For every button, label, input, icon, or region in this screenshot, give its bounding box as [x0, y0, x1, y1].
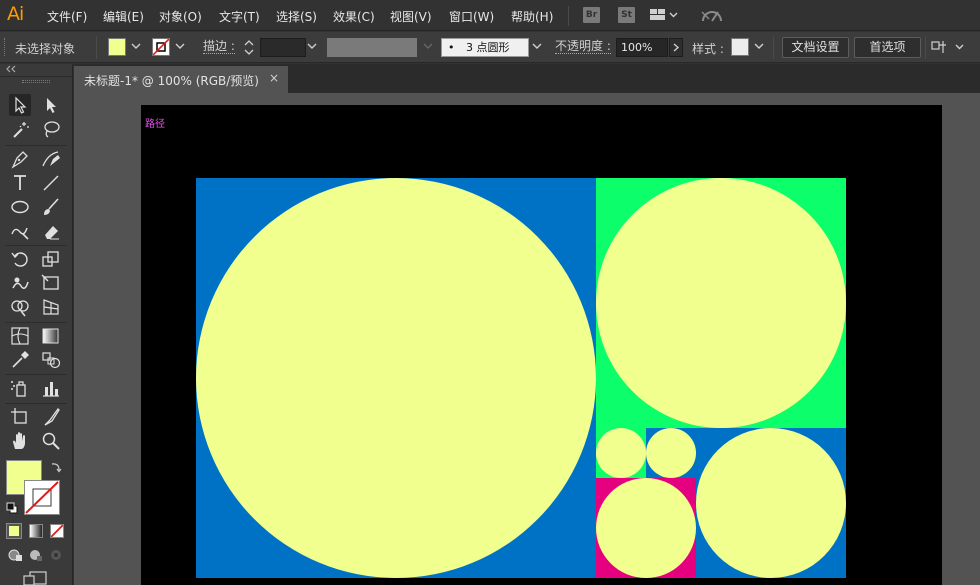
- toolbar-top-divider: [0, 76, 72, 77]
- color-mode-icon[interactable]: [6, 523, 22, 539]
- symbol-sprayer-icon[interactable]: [9, 377, 31, 399]
- stroke-weight-input[interactable]: [260, 38, 306, 57]
- mesh-tool-icon[interactable]: [9, 325, 31, 347]
- stroke-weight-stepper[interactable]: [243, 38, 258, 57]
- document-tab-bar: 未标题-1* @ 100% (RGB/预览) ×: [74, 64, 980, 93]
- circle-medium-2[interactable]: [696, 428, 846, 578]
- opacity-input[interactable]: 100%: [616, 38, 668, 57]
- close-tab-icon[interactable]: ×: [269, 71, 279, 85]
- fill-color-swatch[interactable]: [108, 38, 126, 56]
- menu-window[interactable]: 窗口(W): [449, 8, 494, 25]
- brush-chevron-icon[interactable]: [530, 38, 544, 57]
- gpu-performance-icon[interactable]: [700, 6, 724, 27]
- scale-tool-icon[interactable]: [40, 248, 62, 270]
- artboard[interactable]: [141, 105, 942, 585]
- stock-button[interactable]: St: [618, 7, 635, 23]
- stroke-weight-chevron-icon[interactable]: [305, 38, 319, 57]
- screen-mode-icon[interactable]: [22, 571, 48, 585]
- bridge-button[interactable]: Br: [583, 7, 600, 23]
- gradient-mode-icon[interactable]: [29, 524, 43, 538]
- shaper-tool-icon[interactable]: [9, 220, 31, 242]
- menu-help[interactable]: 帮助(H): [511, 8, 553, 25]
- graphic-style-swatch[interactable]: [731, 38, 749, 56]
- magic-wand-icon[interactable]: [9, 119, 31, 141]
- menu-select[interactable]: 选择(S): [276, 8, 317, 25]
- swap-fill-stroke-icon[interactable]: [50, 461, 62, 476]
- path-smart-guide-label: 路径: [145, 119, 165, 130]
- stroke-color-box[interactable]: [24, 480, 60, 515]
- style-label: 样式 :: [692, 42, 724, 56]
- free-transform-icon[interactable]: [40, 272, 62, 294]
- menu-type[interactable]: 文字(T): [219, 8, 260, 25]
- hand-tool-icon[interactable]: [9, 430, 31, 452]
- opacity-label[interactable]: 不透明度 :: [555, 40, 611, 54]
- line-tool-icon[interactable]: [40, 172, 62, 194]
- graphic-style-chevron-icon[interactable]: [752, 38, 766, 57]
- brush-definition-value: 3 点圆形: [466, 41, 510, 54]
- app-logo: Ai: [7, 3, 24, 25]
- circle-large[interactable]: [196, 178, 596, 578]
- default-colors-icon[interactable]: [6, 502, 18, 517]
- none-mode-icon[interactable]: [50, 524, 64, 538]
- curvature-tool-icon[interactable]: [40, 148, 62, 170]
- pen-tool-icon[interactable]: [9, 148, 31, 170]
- graph-tool-icon[interactable]: [40, 377, 62, 399]
- warp-tool-icon[interactable]: [9, 272, 31, 294]
- menu-separator: [568, 6, 569, 26]
- circle-small[interactable]: [596, 478, 696, 578]
- collapse-panel-icon[interactable]: [6, 65, 16, 76]
- menu-effect[interactable]: 效果(C): [333, 8, 375, 25]
- workspace-layout-icon[interactable]: [650, 8, 678, 25]
- gradient-tool-icon[interactable]: [40, 325, 62, 347]
- menu-bar: Ai 文件(F) 编辑(E) 对象(O) 文字(T) 选择(S) 效果(C) 视…: [0, 0, 980, 31]
- opacity-arrow-icon[interactable]: [669, 38, 683, 57]
- artboard-tool-icon[interactable]: [9, 406, 31, 428]
- tools-grip: [22, 80, 50, 83]
- variable-width-profile[interactable]: [327, 38, 417, 57]
- menu-object[interactable]: 对象(O): [159, 8, 202, 25]
- brush-bullet: •: [448, 41, 455, 54]
- eraser-icon[interactable]: [40, 220, 62, 242]
- eyedropper-icon[interactable]: [9, 349, 31, 371]
- control-bar: 未选择对象 描边 : • 3 点圆形 不透明度 : 100% 样式 : 文档设置…: [0, 32, 980, 63]
- circle-tiny-1[interactable]: [596, 428, 646, 478]
- document-setup-button[interactable]: 文档设置: [782, 37, 849, 58]
- stroke-dropdown-chevron-icon[interactable]: [173, 38, 187, 57]
- brush-definition-field[interactable]: • 3 点圆形: [441, 38, 529, 57]
- preferences-button[interactable]: 首选项: [854, 37, 921, 58]
- rotate-tool-icon[interactable]: [9, 248, 31, 270]
- slice-tool-icon[interactable]: [40, 406, 62, 428]
- zoom-tool-icon[interactable]: [40, 430, 62, 452]
- selection-status: 未选择对象: [15, 42, 76, 56]
- direct-selection-tool-icon[interactable]: [40, 94, 62, 116]
- stroke-weight-label[interactable]: 描边 :: [203, 40, 235, 54]
- selection-tool-icon[interactable]: [9, 94, 31, 116]
- circle-tiny-2[interactable]: [646, 428, 696, 478]
- shape-builder-icon[interactable]: [9, 296, 31, 318]
- ellipse-tool-icon[interactable]: [9, 196, 31, 218]
- stroke-color-swatch[interactable]: [152, 38, 170, 56]
- paintbrush-icon[interactable]: [40, 196, 62, 218]
- circle-medium[interactable]: [596, 178, 846, 428]
- menu-file[interactable]: 文件(F): [47, 8, 87, 25]
- fill-dropdown-chevron-icon[interactable]: [129, 38, 143, 57]
- canvas-area[interactable]: 路径: [74, 93, 980, 585]
- tools-panel: [0, 64, 73, 585]
- draw-normal-icon[interactable]: [7, 547, 65, 566]
- menu-edit[interactable]: 编辑(E): [103, 8, 144, 25]
- profile-chevron-icon[interactable]: [421, 38, 435, 57]
- type-tool-icon[interactable]: [9, 172, 31, 194]
- menu-view[interactable]: 视图(V): [390, 8, 432, 25]
- lasso-icon[interactable]: [40, 119, 62, 141]
- document-tab[interactable]: 未标题-1* @ 100% (RGB/预览) ×: [74, 66, 288, 93]
- blend-tool-icon[interactable]: [40, 349, 62, 371]
- perspective-grid-icon[interactable]: [40, 296, 62, 318]
- document-tab-title: 未标题-1* @ 100% (RGB/预览): [84, 74, 259, 88]
- control-bar-grip: [4, 38, 6, 56]
- arrange-documents-icon[interactable]: [931, 39, 965, 58]
